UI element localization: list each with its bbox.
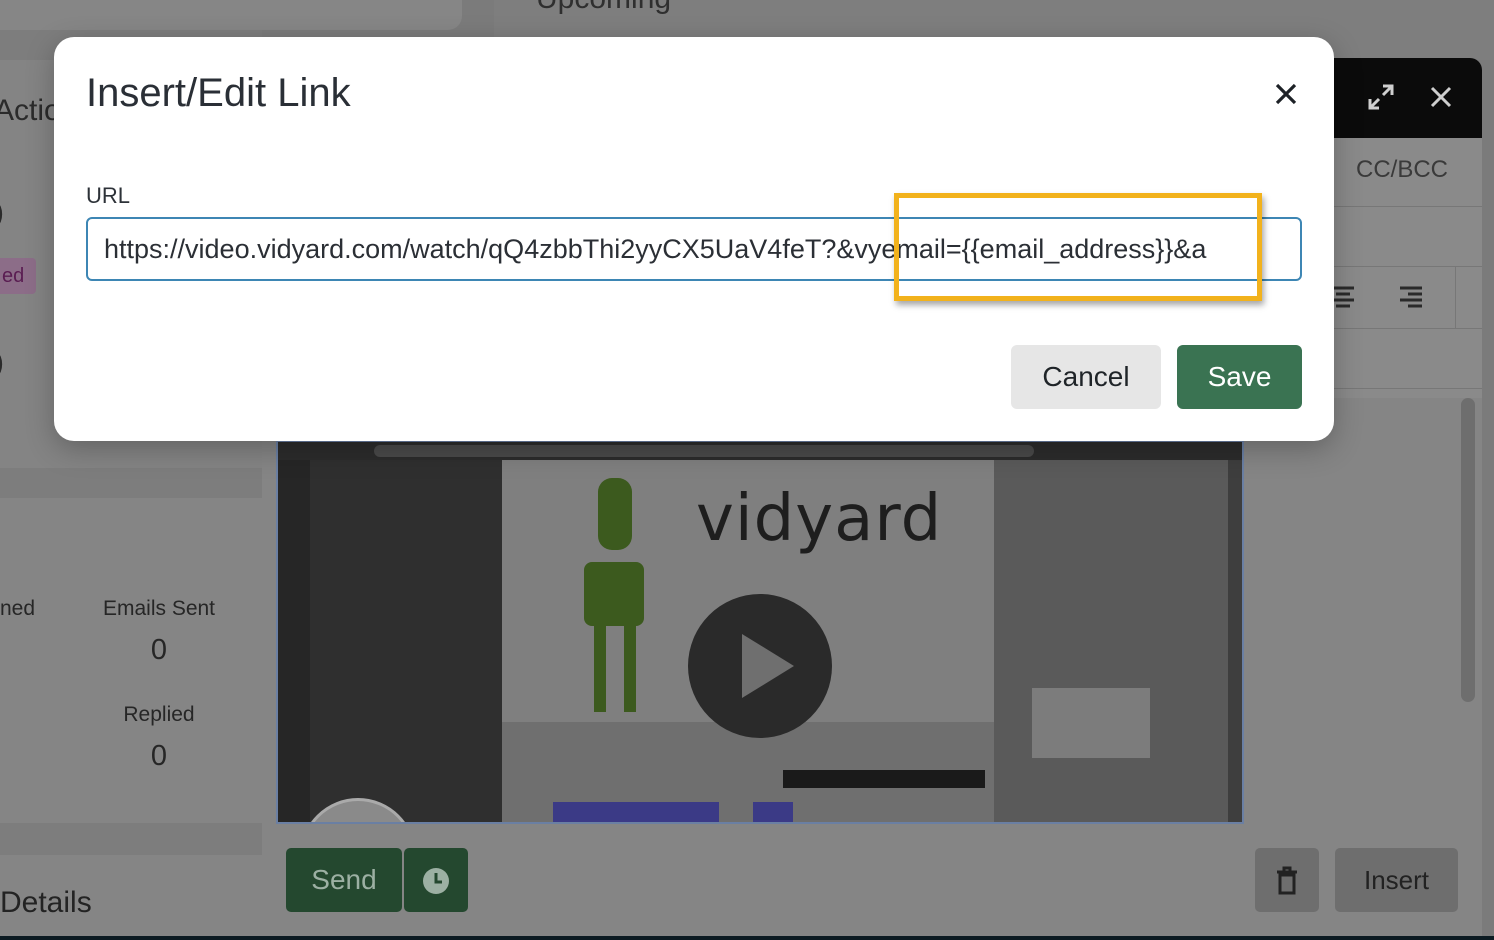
video-thumbnail[interactable]: vidyard	[276, 440, 1244, 824]
insert-button[interactable]: Insert	[1335, 848, 1458, 912]
cc-bcc-toggle[interactable]: CC/BCC	[1356, 156, 1448, 184]
save-button[interactable]: Save	[1177, 345, 1302, 409]
upcoming-heading: Upcoming	[536, 0, 671, 16]
dialog-title: Insert/Edit Link	[86, 71, 351, 115]
trash-icon	[1274, 866, 1300, 900]
schedule-send-button[interactable]	[404, 848, 468, 912]
robot-mascot	[598, 478, 632, 550]
cancel-button[interactable]: Cancel	[1011, 345, 1161, 409]
video-tooltip	[783, 770, 985, 788]
video-mini-preview	[1032, 688, 1150, 758]
url-input[interactable]	[86, 217, 1302, 281]
count-fragment-2: )	[0, 346, 4, 380]
editor-scrollbar[interactable]	[1461, 398, 1475, 702]
vidyard-logo: vidyard	[696, 482, 943, 556]
stat-emails-sent-label: Emails Sent	[102, 597, 216, 620]
close-composer-icon[interactable]	[1428, 84, 1454, 116]
align-right-icon[interactable]	[1398, 284, 1424, 315]
robot-mascot-body	[584, 562, 644, 626]
insert-edit-link-dialog: Insert/Edit Link URL Cancel Save	[54, 37, 1334, 441]
clock-icon	[421, 867, 451, 899]
divider	[1330, 266, 1482, 267]
count-fragment-1: )	[0, 196, 4, 230]
composer-header	[1330, 58, 1482, 138]
video-right-panel	[994, 460, 1228, 822]
video-sidebar	[278, 460, 502, 822]
url-label: URL	[86, 183, 131, 208]
video-clip-bar	[753, 802, 793, 822]
send-button[interactable]: Send	[286, 848, 402, 912]
stat-replied-label: Replied	[123, 703, 195, 726]
video-url-bar	[374, 445, 1034, 457]
status-badge: ed	[0, 258, 36, 294]
actions-heading: Actio	[0, 94, 61, 127]
divider	[1330, 388, 1482, 389]
details-heading: Details	[0, 886, 92, 919]
robot-mascot-leg	[594, 626, 606, 712]
play-icon[interactable]	[688, 594, 832, 738]
close-button[interactable]	[1266, 75, 1306, 115]
delete-button[interactable]	[1255, 848, 1319, 912]
stat-replied-value: 0	[150, 740, 168, 772]
expand-icon[interactable]	[1366, 82, 1396, 118]
stat-emails-sent-value: 0	[150, 634, 168, 666]
left-card-top	[0, 0, 462, 30]
divider	[1330, 328, 1482, 329]
robot-mascot-leg	[624, 626, 636, 712]
bottom-bar	[0, 936, 1494, 940]
video-clip-bar	[553, 802, 719, 822]
divider	[1330, 206, 1482, 207]
video-icon-bar	[278, 460, 310, 822]
stat-opened-label: ned	[0, 597, 36, 620]
divider	[1455, 266, 1456, 328]
close-icon	[1274, 83, 1298, 109]
